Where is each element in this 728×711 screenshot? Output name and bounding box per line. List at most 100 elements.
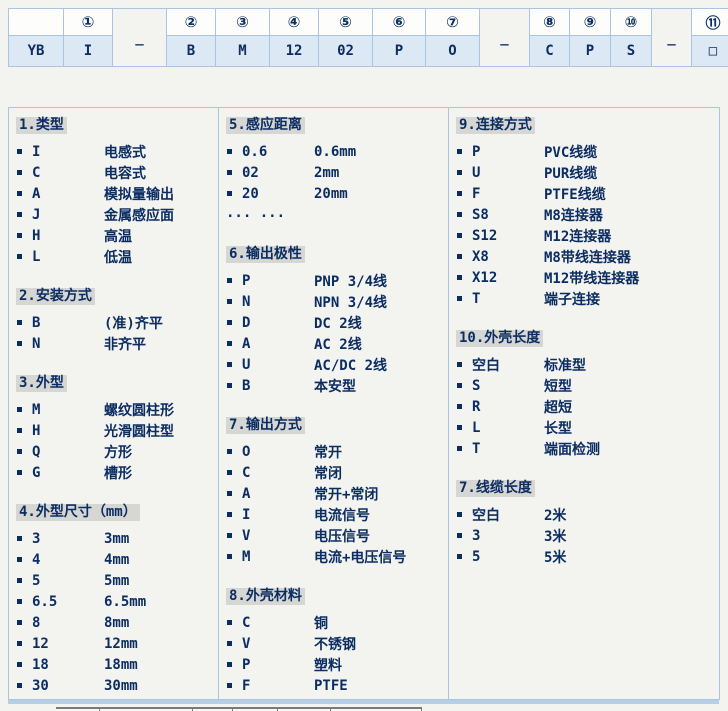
legend-item: 空白2米: [456, 504, 719, 525]
item-code: 空白: [472, 505, 544, 525]
item-description: 光滑圆柱型: [104, 421, 174, 441]
item-code: I: [242, 507, 314, 523]
legend-item: S12M12连接器: [456, 225, 719, 246]
legend-item: A模拟量输出: [16, 183, 218, 204]
code-position-label: ②: [167, 9, 216, 36]
item-code: F: [242, 678, 314, 694]
item-code: 4: [32, 552, 104, 568]
item-code: 空白: [472, 355, 544, 375]
section: 6.输出极性PPNP 3/4线NNPN 3/4线DDC 2线AAC 2线UAC/…: [226, 243, 448, 396]
bullet-icon: [227, 299, 232, 304]
item-code: Q: [32, 444, 104, 460]
item-description: 3米: [544, 526, 566, 546]
section-title: 7.输出方式: [226, 417, 305, 434]
code-position-label: ⑩: [611, 9, 652, 36]
item-code: C: [32, 165, 104, 181]
item-code: 12: [32, 636, 104, 652]
bullet-icon: [457, 275, 462, 280]
item-description: 长型: [544, 418, 572, 438]
legend-item: N非齐平: [16, 333, 218, 354]
item-code: H: [32, 423, 104, 439]
bullet-icon: [227, 191, 232, 196]
item-description: 0.6mm: [314, 144, 356, 160]
legend-item: X12M12带线连接器: [456, 267, 719, 288]
item-description: 短型: [544, 376, 572, 396]
item-description: 高温: [104, 226, 132, 246]
item-description: 12mm: [104, 636, 138, 652]
section: 2.安装方式B(准)齐平N非齐平: [16, 285, 218, 354]
item-code: A: [32, 186, 104, 202]
bullet-icon: [457, 296, 462, 301]
item-description: AC/DC 2线: [314, 355, 387, 375]
bullet-icon: [227, 491, 232, 496]
code-position-label: ⑪: [692, 9, 728, 36]
legend-item: 33mm: [16, 528, 218, 549]
item-code: L: [32, 249, 104, 265]
item-description: 电流信号: [314, 505, 370, 525]
item-code: X12: [472, 270, 544, 286]
legend-item: V电压信号: [226, 525, 448, 546]
bullet-icon: [457, 233, 462, 238]
item-description: 标准型: [544, 355, 586, 375]
bullet-icon: [457, 512, 462, 517]
item-description: 电容式: [104, 163, 146, 183]
item-code: C: [242, 615, 314, 631]
section: 3.外型M螺纹圆柱形H光滑圆柱型Q方形G槽形: [16, 372, 218, 483]
bullet-icon: [17, 254, 22, 259]
item-code: V: [242, 528, 314, 544]
next-table-clipped-edge: [56, 707, 422, 711]
bullet-icon: [227, 278, 232, 283]
item-code: T: [472, 291, 544, 307]
legend-item: PPVC线缆: [456, 141, 719, 162]
code-position-label: ④: [270, 9, 319, 36]
item-description: PTFE: [314, 678, 348, 694]
section: 1.类型I电感式C电容式A模拟量输出J金属感应面H高温L低温: [16, 114, 218, 267]
item-code: 30: [32, 678, 104, 694]
code-value-cell: S: [611, 36, 652, 67]
legend-item: 3030mm: [16, 675, 218, 696]
legend-item: 1818mm: [16, 654, 218, 675]
legend-item: B本安型: [226, 375, 448, 396]
item-code: A: [242, 486, 314, 502]
legend-item: PPNP 3/4线: [226, 270, 448, 291]
item-description: 不锈钢: [314, 634, 356, 654]
bullet-icon: [17, 599, 22, 604]
item-code: 0.6: [242, 144, 314, 160]
item-description: 2米: [544, 505, 566, 525]
item-description: M12带线连接器: [544, 268, 639, 288]
item-code: P: [472, 144, 544, 160]
legend-item: C常闭: [226, 462, 448, 483]
legend-item: S8M8连接器: [456, 204, 719, 225]
legend-item: FPTFE: [226, 675, 448, 696]
item-description: 常开: [314, 442, 342, 462]
item-description: PVC线缆: [544, 142, 597, 162]
bullet-icon: [227, 533, 232, 538]
item-description: M12连接器: [544, 226, 611, 246]
item-description: 金属感应面: [104, 205, 174, 225]
bullet-icon: [17, 641, 22, 646]
item-code: S: [472, 378, 544, 394]
item-description: NPN 3/4线: [314, 292, 387, 312]
legend-item: A常开+常闭: [226, 483, 448, 504]
item-code: O: [242, 444, 314, 460]
item-description: 模拟量输出: [104, 184, 174, 204]
bullet-icon: [17, 149, 22, 154]
item-description: 20mm: [314, 186, 348, 202]
code-position-label: ①: [64, 9, 113, 36]
item-code: S8: [472, 207, 544, 223]
item-description: 槽形: [104, 463, 132, 483]
section-title: 7.线缆长度: [456, 480, 535, 497]
legend-item: 6.56.5mm: [16, 591, 218, 612]
bullet-icon: [227, 662, 232, 667]
item-code: 5: [32, 573, 104, 589]
bullet-icon: [227, 683, 232, 688]
legend-item: L长型: [456, 417, 719, 438]
code-position-label: ⑧: [530, 9, 570, 36]
bullet-icon: [227, 512, 232, 517]
item-code: P: [242, 657, 314, 673]
item-description: 端面检测: [544, 439, 600, 459]
bullet-icon: [17, 320, 22, 325]
item-description: 电压信号: [314, 526, 370, 546]
bullet-icon: [17, 170, 22, 175]
item-description: 电感式: [104, 142, 146, 162]
